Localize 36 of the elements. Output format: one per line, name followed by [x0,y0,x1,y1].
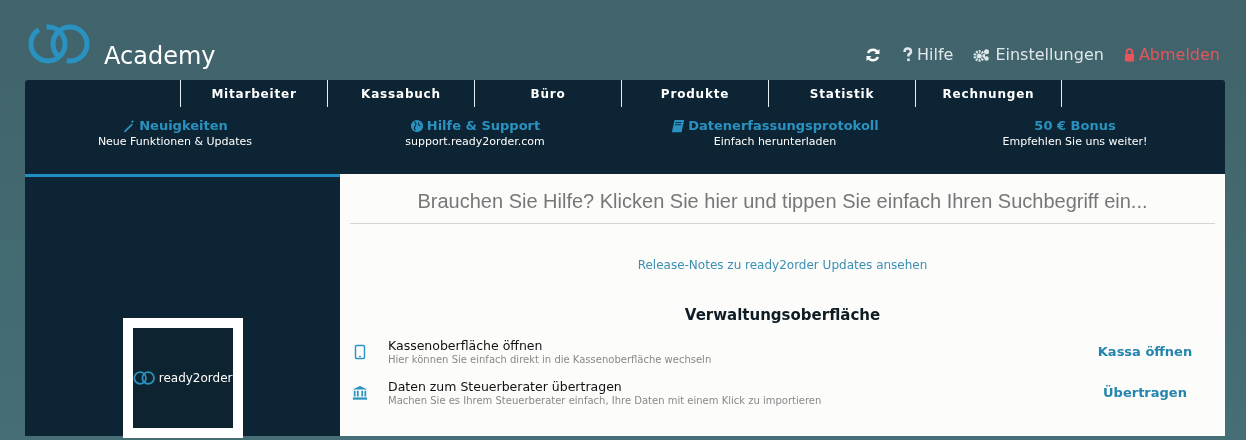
feature-link[interactable]: Neuigkeiten [122,118,228,133]
nav-tab[interactable]: Rechnungen [915,80,1062,107]
feature-subtitle: support.ready2order.com [405,135,545,148]
item-description: Machen Sie es Ihrem Steuerberater einfach, Ihre Daten mit einem Klick zu importieren [388,395,823,406]
book-icon [671,118,686,133]
nav-tab[interactable]: Produkte [621,80,768,107]
item-description: Hier können Sie einfach direkt in die Kassenoberfläche wechseln [388,354,713,365]
gears-icon [973,46,992,63]
tablet-icon [352,343,368,360]
lock-icon [1123,46,1135,63]
refresh-icon[interactable] [864,46,882,63]
help-link[interactable]: Hilfe [902,45,954,64]
nav-tab[interactable]: Büro [474,80,621,107]
item-title: Daten zum Steuerberater übertragen [388,379,623,394]
nav-tab[interactable]: Statistik [768,80,915,107]
feature-subtitle: Einfach herunterladen [713,135,837,148]
magic-wand-icon [122,118,137,133]
globe-icon [409,118,424,133]
brand-name: Academy [104,44,216,68]
item-title: Kassenoberfläche öffnen [388,338,544,353]
bank-icon [352,384,368,401]
feature-subtitle: Empfehlen Sie uns weiter! [1002,135,1148,148]
search-field[interactable]: Brauchen Sie Hilfe? Klicken Sie hier und tippen Sie einfach Ihren Suchbegriff ein... [350,182,1215,224]
release-notes-link[interactable]: Release-Notes zu ready2order Updates ansehen [350,258,1215,272]
nav-tab[interactable]: Mitarbeiter [180,80,327,107]
feature-link[interactable]: Datenerfassungsprotokoll [671,118,879,133]
question-icon [902,46,913,63]
feature-subtitle: Neue Funktionen & Updates [97,135,253,148]
feature-link[interactable]: Hilfe & Support [409,118,541,133]
nav-tab[interactable]: Kassabuch [327,80,474,107]
action-link[interactable]: Kassa öffnen [1070,344,1220,359]
section-title: Verwaltungsoberfläche [683,306,882,324]
feature-link[interactable]: 50 € Bonus [1034,118,1116,133]
ready2order-logo: ready2order [122,318,243,438]
settings-link[interactable]: Einstellungen [973,45,1104,64]
action-link[interactable]: Übertragen [1070,385,1220,400]
